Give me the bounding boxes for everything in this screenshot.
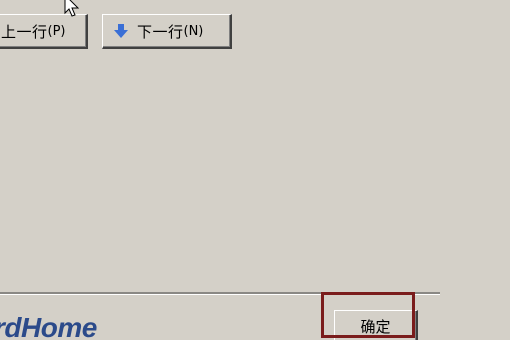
prev-row-accelerator: (P) xyxy=(47,23,66,39)
brand-logo: rdHome xyxy=(0,312,97,340)
prev-row-button[interactable]: 上一行 (P) xyxy=(0,14,88,49)
next-row-label: 下一行 xyxy=(137,22,184,41)
ok-button-label: 确定 xyxy=(360,318,391,336)
ok-button[interactable]: 确定 xyxy=(334,310,418,340)
prev-row-label: 上一行 xyxy=(1,22,48,41)
next-row-accelerator: (N) xyxy=(183,23,204,39)
mouse-cursor-icon xyxy=(64,0,80,17)
footer-divider-highlight xyxy=(0,294,440,295)
arrow-down-icon xyxy=(114,24,128,38)
next-row-button[interactable]: 下一行 (N) xyxy=(102,14,232,49)
